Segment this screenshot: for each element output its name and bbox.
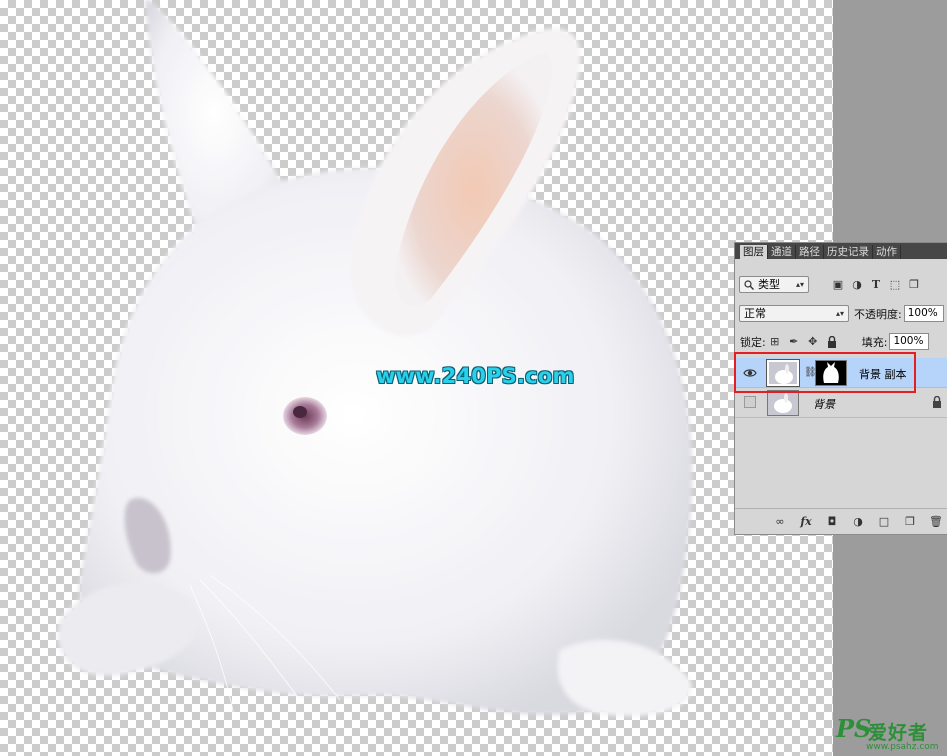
link-layers-icon[interactable]: ∞ (770, 514, 790, 530)
document-canvas[interactable]: www.240PS.com (0, 0, 833, 756)
filter-type-icon[interactable]: T (868, 277, 884, 293)
trash-icon[interactable]: 🗑 (926, 514, 946, 530)
opacity-label: 不透明度: (854, 307, 902, 321)
logo-mark: PS (836, 714, 872, 743)
layer-filter-row: 类型 ▴▾ ▣ ◑ T ⬚ ❐ (735, 276, 947, 293)
tab-actions[interactable]: 动作 (873, 245, 901, 259)
add-mask-icon[interactable]: ◘ (822, 514, 842, 530)
fill-input[interactable]: 100% (889, 333, 930, 350)
lock-label: 锁定: (740, 335, 766, 349)
opacity-input[interactable]: 100% (903, 305, 944, 322)
blend-opacity-row: 正常 ▴▾ 不透明度: 100% (735, 305, 947, 322)
filter-pixel-icon[interactable]: ▣ (830, 277, 846, 293)
annotation-highlight-box (734, 352, 916, 393)
lock-all-icon[interactable] (824, 334, 840, 350)
filter-kind-select[interactable]: 类型 ▴▾ (739, 276, 809, 293)
watermark-text: www.240PS.com (376, 364, 575, 388)
new-group-icon[interactable]: □ (874, 514, 894, 530)
tab-layers[interactable]: 图层 (740, 245, 768, 259)
adjustment-layer-icon[interactable]: ◑ (848, 514, 868, 530)
lock-fill-row: 锁定: ⊞ ✒ ✥ 填充: 100% (735, 333, 947, 350)
layers-panel-footer: ∞ fx ◘ ◑ □ ❐ 🗑 (735, 508, 947, 534)
lock-transparent-icon[interactable]: ⊞ (767, 334, 783, 350)
blend-mode-label: 正常 (744, 307, 766, 320)
updown-arrow-icon: ▴▾ (835, 309, 844, 318)
updown-arrow-icon: ▴▾ (795, 280, 804, 289)
tab-paths[interactable]: 路径 (796, 245, 824, 259)
filter-kind-label: 类型 (758, 278, 780, 291)
new-layer-icon[interactable]: ❐ (900, 514, 920, 530)
fill-label: 填充: (861, 335, 888, 349)
blend-mode-select[interactable]: 正常 ▴▾ (739, 305, 849, 322)
filter-shape-icon[interactable]: ⬚ (887, 277, 903, 293)
lock-move-icon[interactable]: ✥ (805, 334, 821, 350)
filter-adjustment-icon[interactable]: ◑ (849, 277, 865, 293)
logo-url: www.psahz.com (866, 742, 939, 752)
logo-title: 爱好者 (868, 722, 929, 744)
tab-channels[interactable]: 通道 (768, 245, 796, 259)
lock-brush-icon[interactable]: ✒ (786, 334, 802, 350)
visibility-toggle[interactable] (744, 396, 756, 408)
layer-thumbnail[interactable] (767, 390, 799, 416)
fx-icon[interactable]: fx (796, 514, 816, 530)
filter-smart-object-icon[interactable]: ❐ (906, 277, 922, 293)
lock-icon (933, 396, 941, 408)
search-icon (744, 280, 754, 290)
tab-history[interactable]: 历史记录 (824, 245, 873, 259)
site-logo: PS 爱好者 www.psahz.com (834, 712, 947, 756)
panel-tabbar: 图层 通道 路径 历史记录 动作 (735, 243, 947, 259)
layer-name[interactable]: 背景 (813, 396, 835, 412)
